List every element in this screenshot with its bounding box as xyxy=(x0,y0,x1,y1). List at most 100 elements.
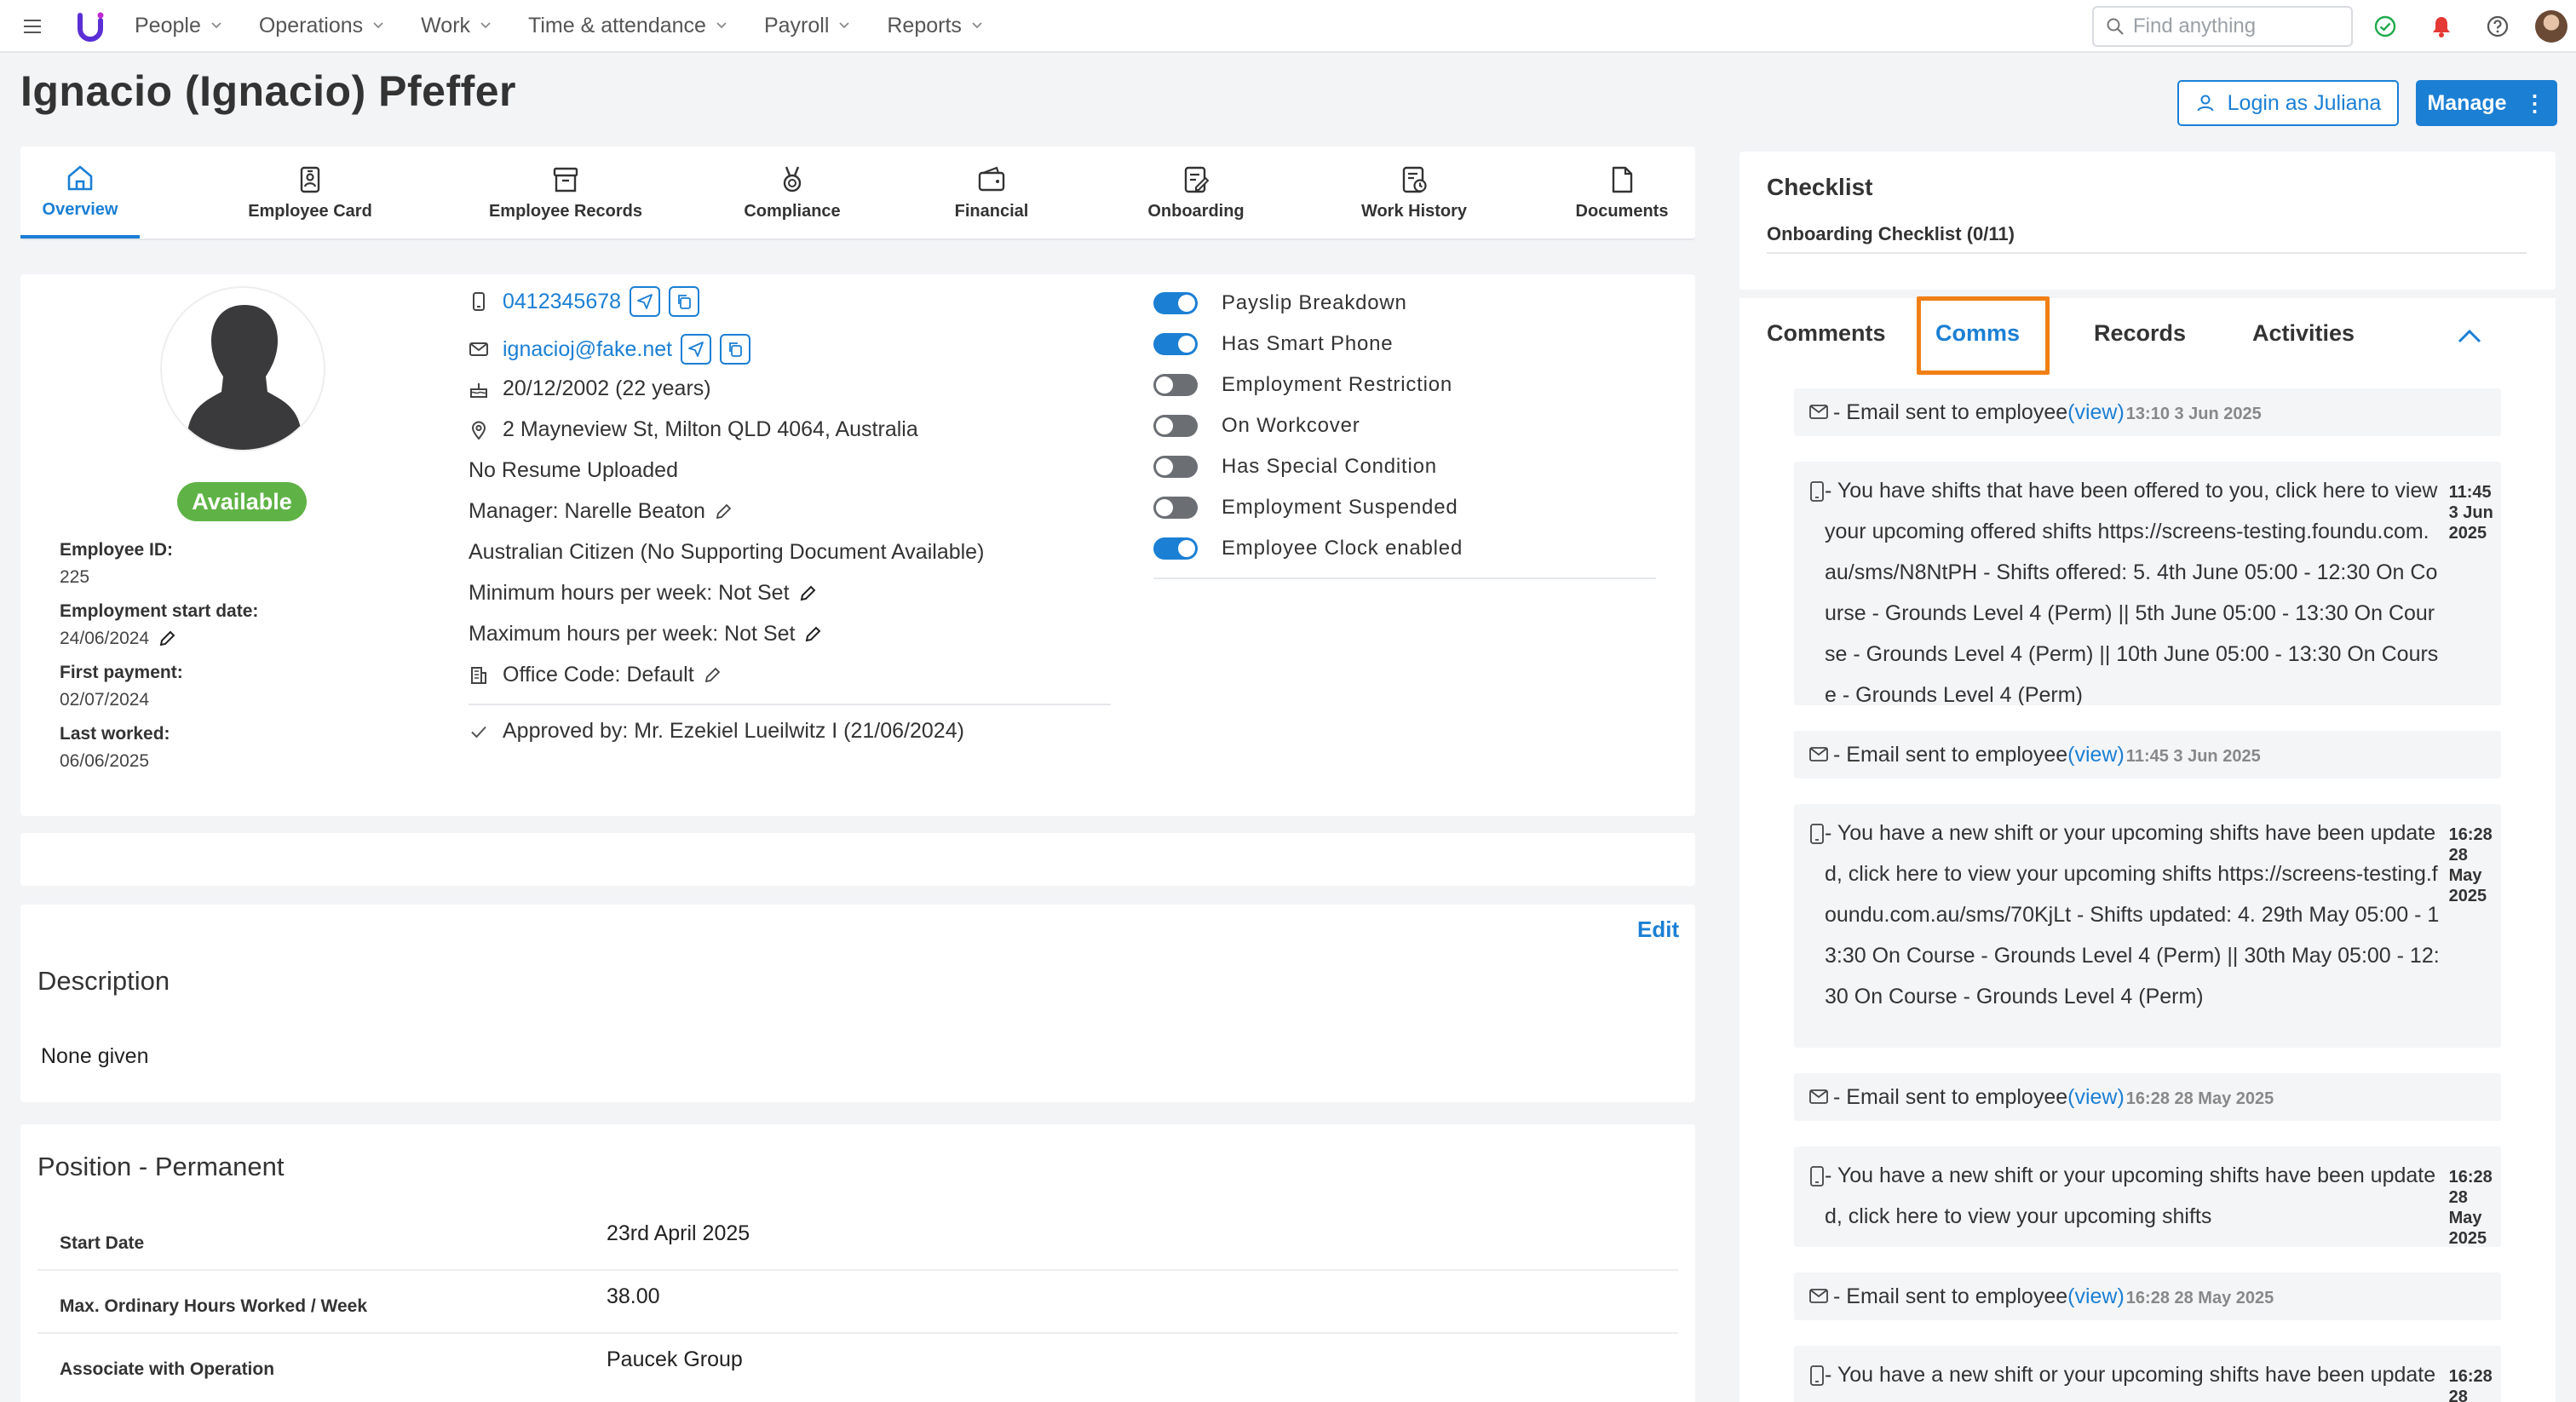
history-document-icon xyxy=(1402,166,1427,192)
nav-time-attendance[interactable]: Time & attendance xyxy=(528,14,727,38)
location-pin-icon xyxy=(471,421,486,440)
send-sms-button[interactable] xyxy=(630,286,661,317)
person-silhouette-icon xyxy=(187,305,302,450)
edit-description-link[interactable]: Edit xyxy=(1637,916,1679,943)
comm-timestamp: 16:28 28 May 2025 xyxy=(2448,825,2493,905)
user-icon xyxy=(2197,95,2214,112)
tab-work-history[interactable]: Work History xyxy=(1337,147,1491,238)
office-code-row: Office Code: Default xyxy=(469,663,722,687)
mail-icon xyxy=(1809,405,1828,419)
main-nav: People Operations Work Time & attendance… xyxy=(135,0,1020,51)
comm-text: - Email sent to employee xyxy=(1833,1084,2068,1109)
position-row-value: Paucek Group xyxy=(607,1347,743,1371)
tab-employee-card[interactable]: Employee Card xyxy=(216,147,404,238)
employee-id-value: 225 xyxy=(60,567,90,587)
tab-financial[interactable]: Financial xyxy=(923,147,1060,238)
toggle-switch[interactable] xyxy=(1153,333,1198,355)
tab-overview[interactable]: Overview xyxy=(20,147,140,238)
app-logo-icon[interactable] xyxy=(75,10,106,43)
phone-link[interactable]: 0412345678 xyxy=(503,290,621,314)
phone-icon xyxy=(1810,481,1824,502)
email-link[interactable]: ignacioj@fake.net xyxy=(503,337,672,362)
comm-email-entry: - Email sent to employee (view) 11:45 3 Ju… xyxy=(1794,731,2501,779)
view-email-link[interactable]: (view) xyxy=(2067,1284,2125,1309)
login-as-button[interactable]: Login as Juliana xyxy=(2177,80,2399,126)
chevron-up-icon[interactable] xyxy=(2457,327,2482,344)
mail-icon xyxy=(1809,1289,1828,1303)
info-divider xyxy=(469,704,1111,705)
status-check-icon[interactable] xyxy=(2373,14,2397,38)
edit-pencil-icon[interactable] xyxy=(803,625,822,644)
approved-row: Approved by: Mr. Ezekiel Lueilwitz I (21… xyxy=(469,719,964,744)
edit-pencil-icon[interactable] xyxy=(158,629,176,648)
tab-employee-records[interactable]: Employee Records xyxy=(463,147,668,238)
user-avatar[interactable] xyxy=(2535,10,2567,43)
nav-payroll[interactable]: Payroll xyxy=(764,14,850,38)
position-row-divider xyxy=(37,1269,1678,1271)
toggle-label: Employment Suspended xyxy=(1222,496,1458,519)
tab-comments[interactable]: Comments xyxy=(1767,320,1886,347)
position-heading: Position - Permanent xyxy=(37,1152,285,1181)
tab-onboarding[interactable]: Onboarding xyxy=(1119,147,1273,238)
search-input[interactable] xyxy=(2133,14,2337,38)
toggle-switch[interactable] xyxy=(1153,456,1198,478)
nav-reports[interactable]: Reports xyxy=(887,14,982,38)
mail-icon xyxy=(469,342,488,356)
menu-icon[interactable] xyxy=(22,17,44,36)
help-icon[interactable] xyxy=(2486,14,2510,38)
blank-card xyxy=(20,833,1695,886)
first-payment-label: First payment: xyxy=(60,663,183,682)
toggle-switch[interactable] xyxy=(1153,292,1198,314)
checklist-divider xyxy=(1767,252,2527,254)
min-hours-row: Minimum hours per week: Not Set xyxy=(469,581,817,606)
nav-operations[interactable]: Operations xyxy=(259,14,383,38)
send-email-button[interactable] xyxy=(681,334,712,365)
phone-row: 0412345678 xyxy=(469,286,700,317)
toggle-switch[interactable] xyxy=(1153,374,1198,396)
tab-documents[interactable]: Documents xyxy=(1554,147,1690,238)
view-email-link[interactable]: (view) xyxy=(2067,1085,2125,1110)
notification-bell-icon[interactable] xyxy=(2429,14,2453,38)
toggle-row: On Workcover xyxy=(1153,414,1360,438)
view-email-link[interactable]: (view) xyxy=(2067,743,2125,767)
edit-pencil-icon[interactable] xyxy=(703,666,722,685)
onboarding-checklist-link[interactable]: Onboarding Checklist (0/11) xyxy=(1767,223,2015,245)
id-badge-icon xyxy=(300,166,320,192)
tab-records[interactable]: Records xyxy=(2094,320,2186,347)
toggle-switch[interactable] xyxy=(1153,415,1198,437)
nav-work[interactable]: Work xyxy=(421,14,491,38)
position-row-label: Max. Ordinary Hours Worked / Week xyxy=(60,1296,367,1316)
comm-timestamp: 11:45 3 Jun 2025 xyxy=(2125,746,2261,766)
toggle-switch[interactable] xyxy=(1153,537,1198,560)
comm-sms-entry: - You have a new shift or your upcoming … xyxy=(1794,1146,2501,1247)
cake-icon xyxy=(470,382,487,398)
email-row: ignacioj@fake.net xyxy=(469,334,751,365)
copy-phone-button[interactable] xyxy=(669,286,700,317)
view-email-link[interactable]: (view) xyxy=(2067,400,2125,425)
page-title: Ignacio (Ignacio) Pfeffer xyxy=(20,67,517,115)
comm-timestamp: 11:45 3 Jun 2025 xyxy=(2448,483,2493,543)
tab-compliance[interactable]: Compliance xyxy=(716,147,869,238)
position-row-value: 23rd April 2025 xyxy=(607,1221,750,1245)
home-icon xyxy=(67,165,93,190)
comm-text: - You have shifts that have been offered… xyxy=(1825,479,2439,705)
phone-icon xyxy=(1810,1365,1824,1386)
position-row-divider xyxy=(37,1332,1678,1334)
toggle-label: On Workcover xyxy=(1222,414,1360,437)
active-tab-highlight xyxy=(1917,296,2050,375)
tab-activities[interactable]: Activities xyxy=(2252,320,2355,347)
position-row-value: 38.00 xyxy=(607,1284,660,1308)
comm-text: - You have a new shift or your upcoming … xyxy=(1825,1363,2436,1387)
copy-email-button[interactable] xyxy=(720,334,751,365)
edit-pencil-icon[interactable] xyxy=(714,503,733,521)
edit-pencil-icon[interactable] xyxy=(798,584,817,603)
comm-timestamp: 13:10 3 Jun 2025 xyxy=(2125,404,2262,423)
mail-icon xyxy=(1809,1089,1828,1104)
manage-button[interactable]: Manage ⋮ xyxy=(2416,80,2557,126)
nav-people[interactable]: People xyxy=(135,14,221,38)
toggle-label: Employment Restriction xyxy=(1222,373,1453,396)
comm-timestamp: 16:28 28 May 2025 xyxy=(2448,1367,2493,1402)
toggle-switch[interactable] xyxy=(1153,497,1198,519)
comm-text: - Email sent to employee xyxy=(1833,742,2068,767)
phone-icon xyxy=(1810,824,1824,844)
